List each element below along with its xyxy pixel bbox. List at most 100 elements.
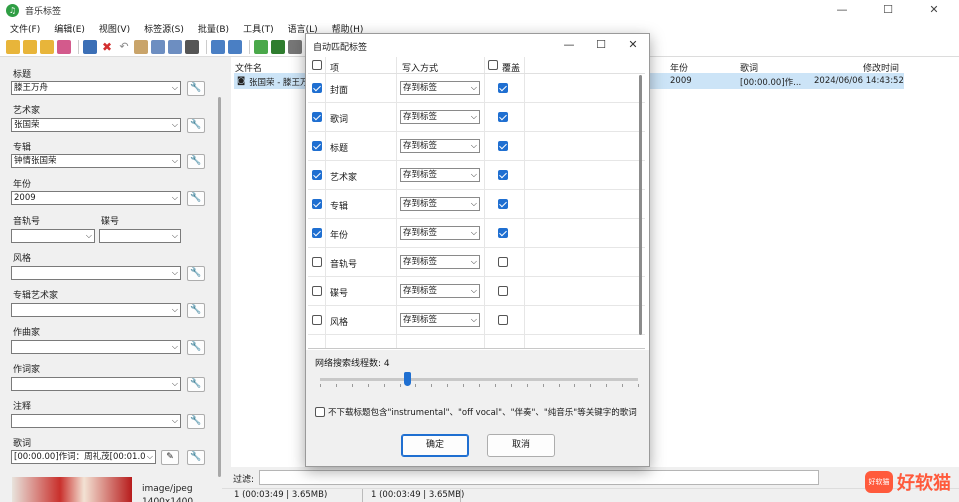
row-modified: 2024/06/06 14:43:52 (814, 76, 904, 86)
menu-batch[interactable]: 批量(B) (198, 22, 229, 35)
menu-file[interactable]: 文件(F) (10, 22, 40, 35)
minimize-button[interactable]: — (819, 0, 865, 20)
delete-icon[interactable]: ✖ (100, 39, 114, 54)
row-name: 封面 (330, 86, 349, 96)
write-mode-select[interactable]: 存到标签 ⌵ (400, 313, 480, 327)
album-wrench-button[interactable]: 🔧 (187, 154, 205, 169)
threads-slider-thumb[interactable] (404, 372, 411, 386)
disc-overwrite-checkbox[interactable] (498, 286, 508, 296)
write-mode-value: 存到标签 (403, 199, 438, 209)
write-mode-select[interactable]: 存到标签 ⌵ (400, 139, 480, 153)
slider-tick (351, 384, 353, 387)
disc-checkbox[interactable] (312, 286, 322, 296)
match-row-artist: 艺术家 存到标签 ⌵ (308, 161, 645, 190)
select-all-checkbox[interactable] (312, 60, 322, 70)
genre-checkbox[interactable] (312, 315, 322, 325)
ok-button[interactable]: 确定 (401, 434, 469, 457)
undo-icon[interactable]: ↶ (117, 39, 131, 54)
text-format-icon[interactable] (288, 39, 302, 54)
maximize-button[interactable]: ☐ (865, 0, 911, 20)
overwrite-all-checkbox[interactable] (488, 60, 498, 70)
open-folder-icon[interactable] (6, 39, 20, 54)
year-wrench-button[interactable]: 🔧 (187, 191, 205, 206)
artist-field[interactable]: 张国荣 ⌵ (11, 118, 181, 132)
book-icon[interactable] (134, 39, 148, 54)
album-checkbox[interactable] (312, 199, 322, 209)
skip-instrumental-checkbox[interactable] (315, 407, 325, 417)
write-mode-select[interactable]: 存到标签 ⌵ (400, 226, 480, 240)
album-artist-wrench-button[interactable]: 🔧 (187, 303, 205, 318)
threads-slider[interactable] (320, 378, 638, 381)
cover-overwrite-checkbox[interactable] (498, 83, 508, 93)
write-mode-select[interactable]: 存到标签 ⌵ (400, 197, 480, 211)
genre-wrench-button[interactable]: 🔧 (187, 266, 205, 281)
lyricist-wrench-button[interactable]: 🔧 (187, 377, 205, 392)
left-scrollbar[interactable] (218, 97, 221, 477)
dialog-title: 自动匹配标签 (313, 43, 368, 53)
list-view-icon[interactable] (211, 39, 225, 54)
lyricist-field[interactable]: ⌵ (11, 377, 181, 391)
refresh-icon[interactable] (57, 39, 71, 54)
title-checkbox[interactable] (312, 141, 322, 151)
genre-overwrite-checkbox[interactable] (498, 315, 508, 325)
grid-scrollbar[interactable] (639, 75, 642, 335)
row-name: 标题 (330, 144, 349, 154)
lyrics-field[interactable]: [00:00.00]作词：周礼茂[00:01.0 ⌵ (11, 450, 156, 464)
title-field[interactable]: 滕王万舟 ⌵ (11, 81, 181, 95)
dialog-titlebar: 自动匹配标签 — ☐ ✕ (306, 34, 649, 57)
year-checkbox[interactable] (312, 228, 322, 238)
write-mode-select[interactable]: 存到标签 ⌵ (400, 168, 480, 182)
comment-wrench-button[interactable]: 🔧 (187, 414, 205, 429)
dialog-minimize-button[interactable]: — (554, 37, 584, 53)
artist-checkbox[interactable] (312, 170, 322, 180)
track-checkbox[interactable] (312, 257, 322, 267)
chevron-down-icon: ⌵ (146, 452, 153, 461)
lyrics-overwrite-checkbox[interactable] (498, 112, 508, 122)
artist-wrench-button[interactable]: 🔧 (187, 118, 205, 133)
menu-view[interactable]: 视图(V) (99, 22, 130, 35)
composer-field[interactable]: ⌵ (11, 340, 181, 354)
cancel-button[interactable]: 取消 (487, 434, 555, 457)
artist-overwrite-checkbox[interactable] (498, 170, 508, 180)
menu-tools[interactable]: 工具(T) (243, 22, 274, 35)
dialog-close-button[interactable]: ✕ (618, 37, 648, 53)
convert-icon[interactable] (254, 39, 268, 54)
year-overwrite-checkbox[interactable] (498, 228, 508, 238)
lyrics-wrench-button[interactable]: 🔧 (187, 450, 205, 465)
comment-field[interactable]: ⌵ (11, 414, 181, 428)
lyrics-checkbox[interactable] (312, 112, 322, 122)
menu-tag-source[interactable]: 标签源(S) (144, 22, 184, 35)
genre-field[interactable]: ⌵ (11, 266, 181, 280)
write-mode-select[interactable]: 存到标签 ⌵ (400, 255, 480, 269)
title-overwrite-checkbox[interactable] (498, 141, 508, 151)
album-artist-field[interactable]: ⌵ (11, 303, 181, 317)
album-field[interactable]: 钟情张国荣 ⌵ (11, 154, 181, 168)
grid-view-icon[interactable] (228, 39, 242, 54)
save-icon[interactable] (83, 39, 97, 54)
disc-field[interactable]: ⌵ (99, 229, 181, 243)
title-wrench-button[interactable]: 🔧 (187, 81, 205, 96)
track-field[interactable]: ⌵ (11, 229, 95, 243)
image-icon[interactable] (271, 39, 285, 54)
add-file-icon[interactable] (40, 39, 54, 54)
tag-icon[interactable] (151, 39, 165, 54)
clock-icon[interactable] (185, 39, 199, 54)
cover-image[interactable] (12, 477, 132, 502)
album-overwrite-checkbox[interactable] (498, 199, 508, 209)
write-mode-select[interactable]: 存到标签 ⌵ (400, 110, 480, 124)
lyrics-edit-button[interactable]: ✎ (161, 450, 179, 465)
filter-input[interactable] (259, 470, 819, 485)
write-mode-select[interactable]: 存到标签 ⌵ (400, 81, 480, 95)
tag-source-icon[interactable] (168, 39, 182, 54)
cover-checkbox[interactable] (312, 83, 322, 93)
composer-wrench-button[interactable]: 🔧 (187, 340, 205, 355)
dialog-maximize-button[interactable]: ☐ (586, 37, 616, 53)
add-folder-icon[interactable] (23, 39, 37, 54)
track-overwrite-checkbox[interactable] (498, 257, 508, 267)
menu-edit[interactable]: 编辑(E) (54, 22, 85, 35)
write-mode-select[interactable]: 存到标签 ⌵ (400, 284, 480, 298)
header-item: 项 (330, 64, 340, 74)
chevron-down-icon: ⌵ (470, 83, 477, 92)
close-button[interactable]: ✕ (911, 0, 957, 20)
year-field[interactable]: 2009 ⌵ (11, 191, 181, 205)
